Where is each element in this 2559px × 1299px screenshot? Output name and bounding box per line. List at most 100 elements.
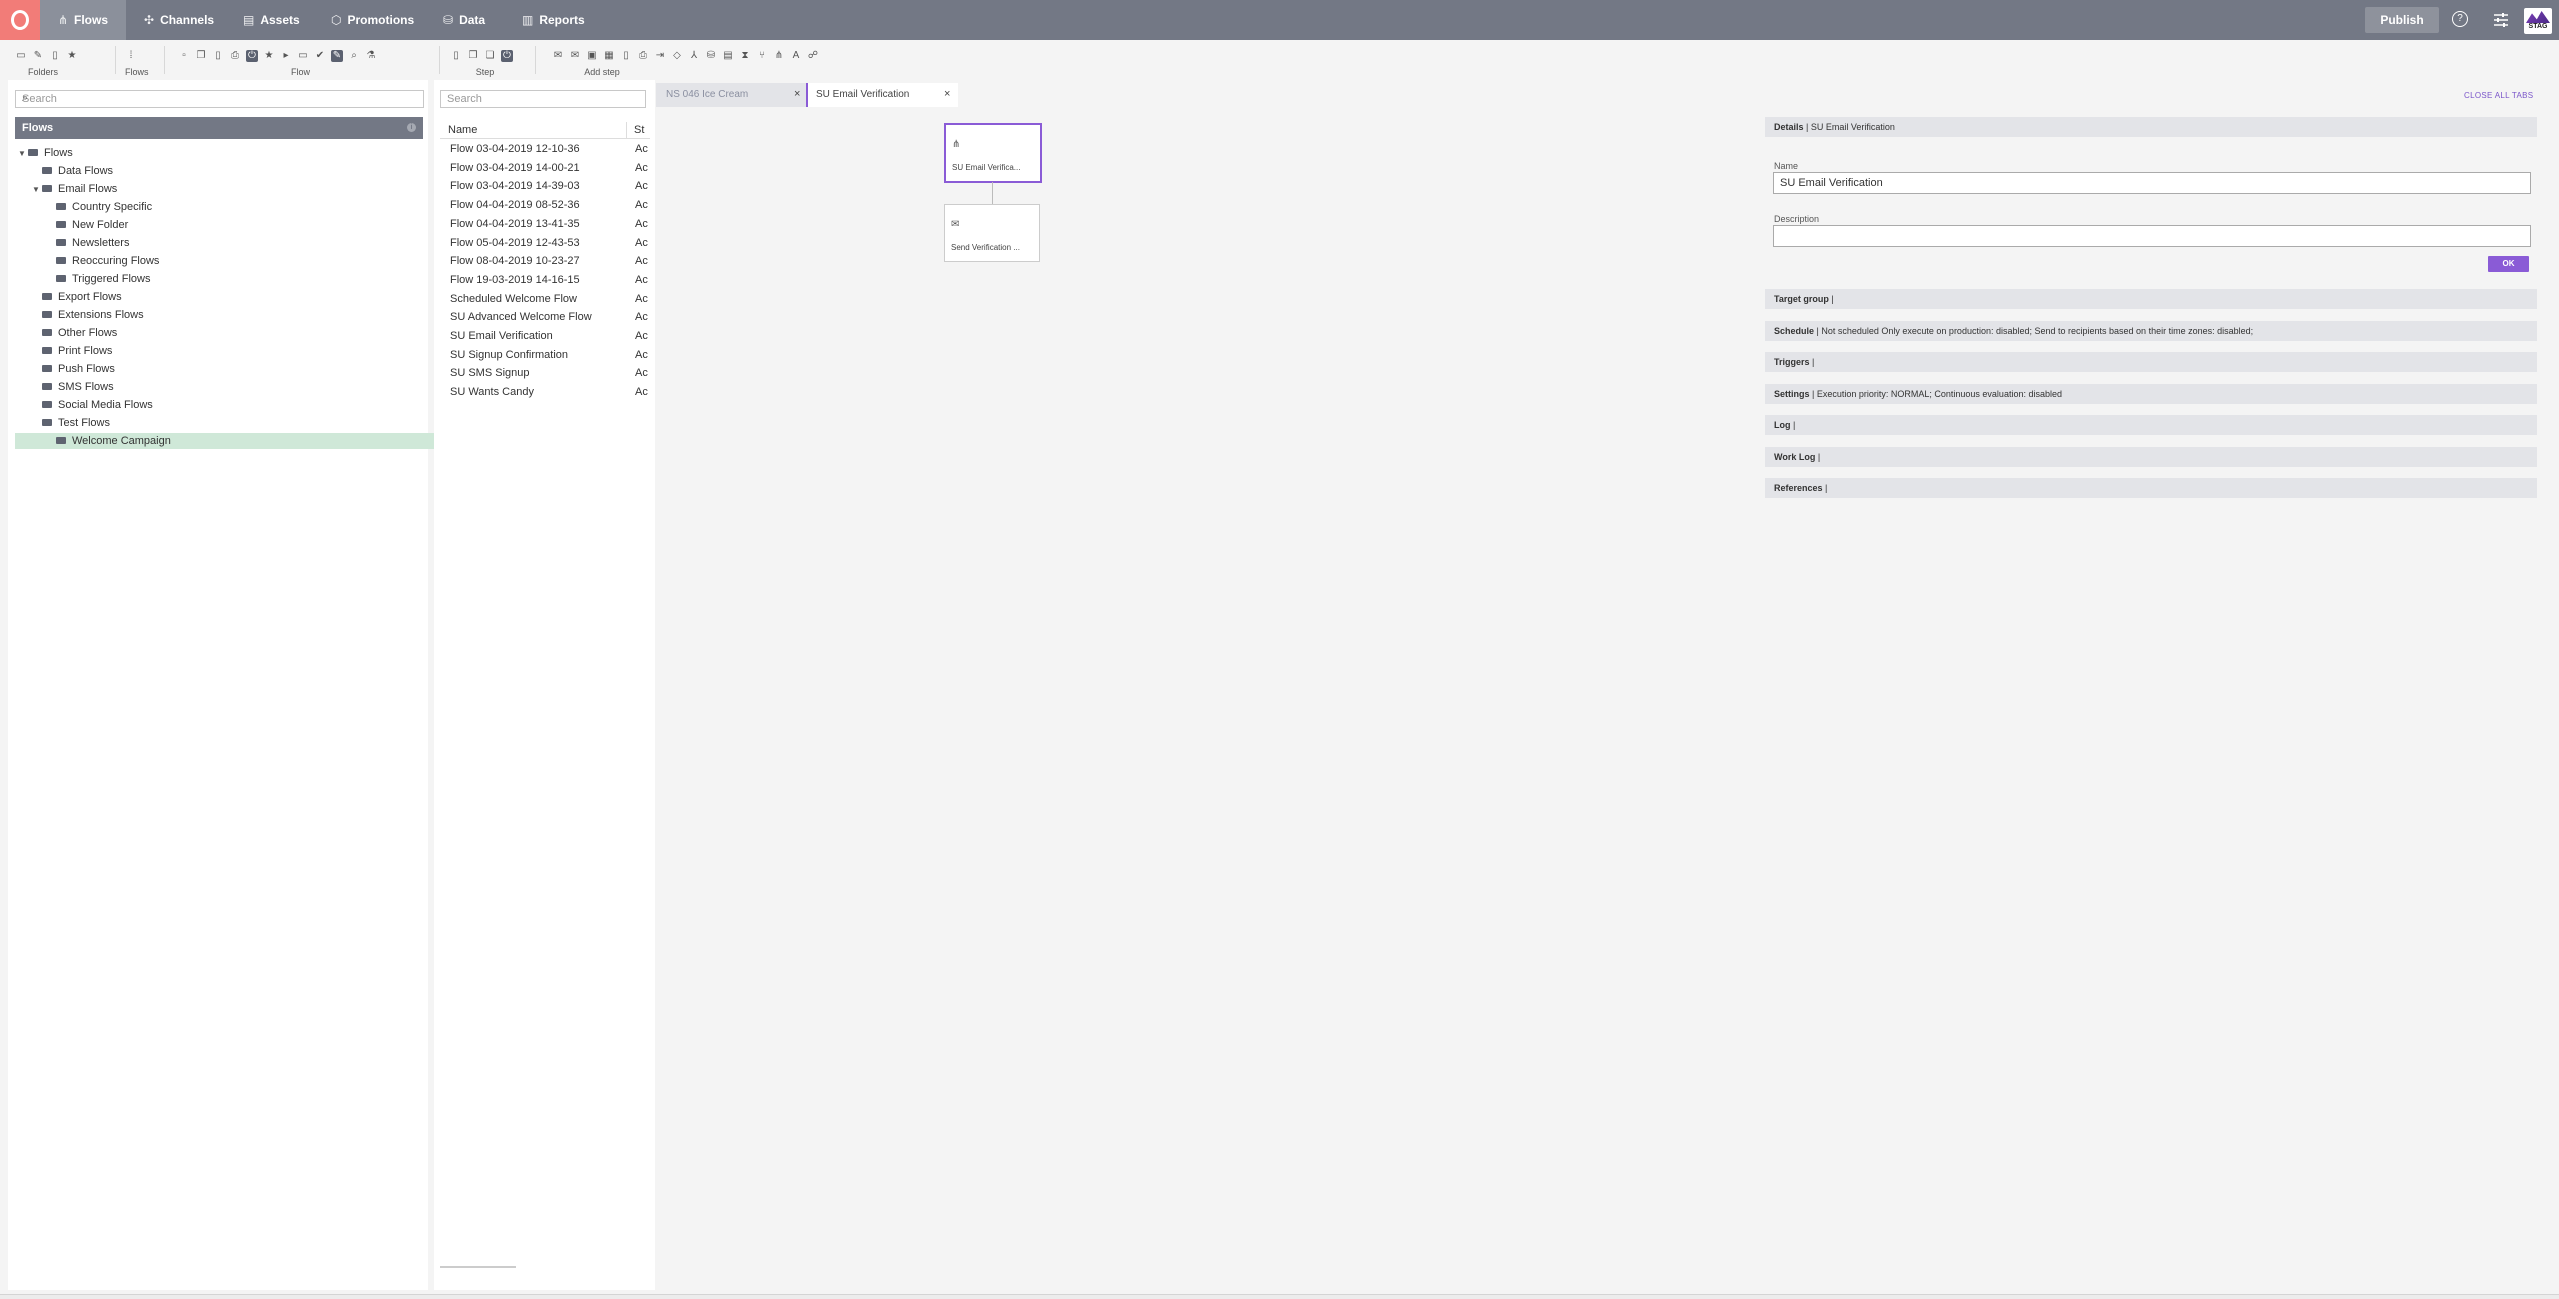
push-step-icon[interactable]: ▣ bbox=[586, 50, 598, 62]
tree-item[interactable]: Social Media Flows bbox=[32, 397, 153, 413]
database-step-icon[interactable]: ⛁ bbox=[705, 50, 717, 62]
mobile-step-icon[interactable]: ▯ bbox=[620, 50, 632, 62]
search-icon[interactable]: ⌕ bbox=[22, 92, 419, 105]
test-icon[interactable]: ⚗ bbox=[365, 50, 377, 62]
tab-ns-046-ice-cream[interactable]: NS 046 Ice Cream × bbox=[656, 83, 806, 107]
tree-item[interactable]: SMS Flows bbox=[32, 379, 114, 395]
column-divider[interactable] bbox=[626, 122, 627, 138]
tree-item[interactable]: Test Flows bbox=[32, 415, 110, 431]
table-row[interactable]: Flow 04-04-2019 08-52-36 Ac bbox=[440, 196, 650, 214]
step-delete-icon[interactable]: ▯ bbox=[450, 50, 462, 62]
flow-node-email[interactable]: ✉ Send Verification ... bbox=[944, 204, 1040, 262]
flow-node-start[interactable]: ⋔ SU Email Verifica... bbox=[944, 123, 1042, 183]
table-row[interactable]: SU Advanced Welcome Flow Ac bbox=[440, 308, 650, 326]
description-input[interactable] bbox=[1773, 225, 2531, 247]
export-step-icon[interactable]: ⇥ bbox=[654, 50, 666, 62]
tree-item[interactable]: Reoccuring Flows bbox=[46, 253, 159, 269]
edit-mode-icon[interactable]: ✎ bbox=[331, 50, 343, 62]
new-folder-icon[interactable]: ▭ bbox=[15, 50, 27, 62]
star-icon[interactable]: ★ bbox=[66, 50, 78, 62]
merge-step-icon[interactable]: ⋔ bbox=[773, 50, 785, 62]
tree-item[interactable]: Data Flows bbox=[32, 163, 113, 179]
table-row[interactable]: Flow 03-04-2019 14-00-21 Ac bbox=[440, 159, 650, 177]
step-paste-icon[interactable]: ❏ bbox=[484, 50, 496, 62]
copy-icon[interactable]: ❐ bbox=[195, 50, 207, 62]
tree-item[interactable]: Export Flows bbox=[32, 289, 122, 305]
detail-section[interactable]: References | bbox=[1765, 478, 2537, 498]
info-icon[interactable]: i bbox=[407, 123, 416, 132]
publish-button[interactable]: Publish bbox=[2365, 7, 2439, 33]
table-row[interactable]: Flow 03-04-2019 14-39-03 Ac bbox=[440, 177, 650, 195]
table-row[interactable]: SU Email Verification Ac bbox=[440, 327, 650, 345]
table-row[interactable]: SU SMS Signup Ac bbox=[440, 364, 650, 382]
horizontal-scrollbar[interactable] bbox=[440, 1266, 516, 1268]
extension-step-icon[interactable]: ☍ bbox=[807, 50, 819, 62]
details-section-header[interactable]: Details | SU Email Verification bbox=[1765, 117, 2537, 137]
table-row[interactable]: SU Wants Candy Ac bbox=[440, 383, 650, 401]
table-row[interactable]: Flow 08-04-2019 10-23-27 Ac bbox=[440, 252, 650, 270]
close-tab-icon[interactable]: × bbox=[794, 88, 800, 100]
caret-down-icon[interactable]: ▼ bbox=[18, 146, 28, 162]
tree-item[interactable]: Country Specific bbox=[46, 199, 152, 215]
favorite-icon[interactable]: ★ bbox=[263, 50, 275, 62]
run-icon[interactable]: ▸ bbox=[280, 50, 292, 62]
trash-icon[interactable]: ▯ bbox=[212, 50, 224, 62]
name-input[interactable]: SU Email Verification bbox=[1773, 172, 2531, 194]
print-step-icon[interactable]: ⎙ bbox=[637, 50, 649, 62]
tree-item[interactable]: ▼ Flows bbox=[18, 145, 73, 161]
app-logo[interactable] bbox=[0, 0, 40, 40]
detail-section[interactable]: Schedule | Not scheduled Only execute on… bbox=[1765, 320, 2537, 341]
tree-item[interactable]: Push Flows bbox=[32, 361, 115, 377]
tab-su-email-verification[interactable]: SU Email Verification × bbox=[806, 83, 958, 107]
save-icon[interactable]: ▫ bbox=[178, 50, 190, 62]
caret-down-icon[interactable]: ▼ bbox=[32, 182, 42, 198]
column-header-name[interactable]: Name bbox=[448, 124, 477, 136]
tree-item[interactable]: Other Flows bbox=[32, 325, 117, 341]
tree-item[interactable]: Print Flows bbox=[32, 343, 112, 359]
nav-data[interactable]: ⛁ Data bbox=[443, 0, 485, 40]
nav-promotions[interactable]: ⬡ Promotions bbox=[331, 0, 414, 40]
close-all-tabs-link[interactable]: CLOSE ALL TABS bbox=[2464, 91, 2533, 100]
close-tab-icon[interactable]: × bbox=[944, 88, 950, 100]
table-row[interactable]: Flow 04-04-2019 13-41-35 Ac bbox=[440, 215, 650, 233]
step-copy-icon[interactable]: ❐ bbox=[467, 50, 479, 62]
print-icon[interactable]: ⎙ bbox=[229, 50, 241, 62]
edit-icon[interactable]: ✎ bbox=[32, 50, 44, 62]
nav-channels[interactable]: ✣ Channels bbox=[144, 0, 214, 40]
tree-item[interactable]: Triggered Flows bbox=[46, 271, 150, 287]
flow-search-input[interactable]: Search bbox=[440, 90, 646, 108]
document-step-icon[interactable]: ▤ bbox=[722, 50, 734, 62]
sms-step-icon[interactable]: ✉ bbox=[569, 50, 581, 62]
column-header-status[interactable]: St bbox=[634, 124, 644, 136]
split-step-icon[interactable]: ⅄ bbox=[688, 50, 700, 62]
detail-section[interactable]: Log | bbox=[1765, 415, 2537, 435]
check-icon[interactable]: ✔ bbox=[314, 50, 326, 62]
text-step-icon[interactable]: A bbox=[790, 50, 802, 62]
tree-item[interactable]: ▼ Email Flows bbox=[32, 181, 117, 197]
tree-item[interactable]: Newsletters bbox=[46, 235, 129, 251]
flow-list-icon[interactable]: ⁞ bbox=[125, 50, 137, 62]
device-icon[interactable]: ▭ bbox=[297, 50, 309, 62]
power-icon[interactable]: ⏻ bbox=[246, 50, 258, 62]
table-row[interactable]: Scheduled Welcome Flow Ac bbox=[440, 290, 650, 308]
help-icon[interactable]: ? bbox=[2452, 11, 2468, 27]
search-icon[interactable]: ⌕ bbox=[348, 50, 360, 62]
detail-section[interactable]: Target group | bbox=[1765, 289, 2537, 309]
step-power-icon[interactable]: ⏻ bbox=[501, 50, 513, 62]
settings-sliders-icon[interactable] bbox=[2492, 11, 2510, 29]
table-row[interactable]: SU Signup Confirmation Ac bbox=[440, 346, 650, 364]
tree-item[interactable]: New Folder bbox=[46, 217, 128, 233]
detail-section[interactable]: Work Log | bbox=[1765, 446, 2537, 467]
table-row[interactable]: Flow 19-03-2019 14-16-15 Ac bbox=[440, 271, 650, 289]
nav-reports[interactable]: ▥ Reports bbox=[522, 0, 585, 40]
table-row[interactable]: Flow 03-04-2019 12-10-36 Ac bbox=[440, 140, 650, 158]
folder-search-input[interactable]: Search ⌕ bbox=[15, 90, 424, 108]
detail-section[interactable]: Triggers | bbox=[1765, 352, 2537, 372]
ok-button[interactable]: OK bbox=[2488, 256, 2529, 272]
email-step-icon[interactable]: ✉ bbox=[552, 50, 564, 62]
web-step-icon[interactable]: ▦ bbox=[603, 50, 615, 62]
nav-flows[interactable]: ⋔ Flows bbox=[40, 0, 126, 40]
tree-item[interactable]: Extensions Flows bbox=[32, 307, 144, 323]
delete-icon[interactable]: ▯ bbox=[49, 50, 61, 62]
table-row[interactable]: Flow 05-04-2019 12-43-53 Ac bbox=[440, 234, 650, 252]
